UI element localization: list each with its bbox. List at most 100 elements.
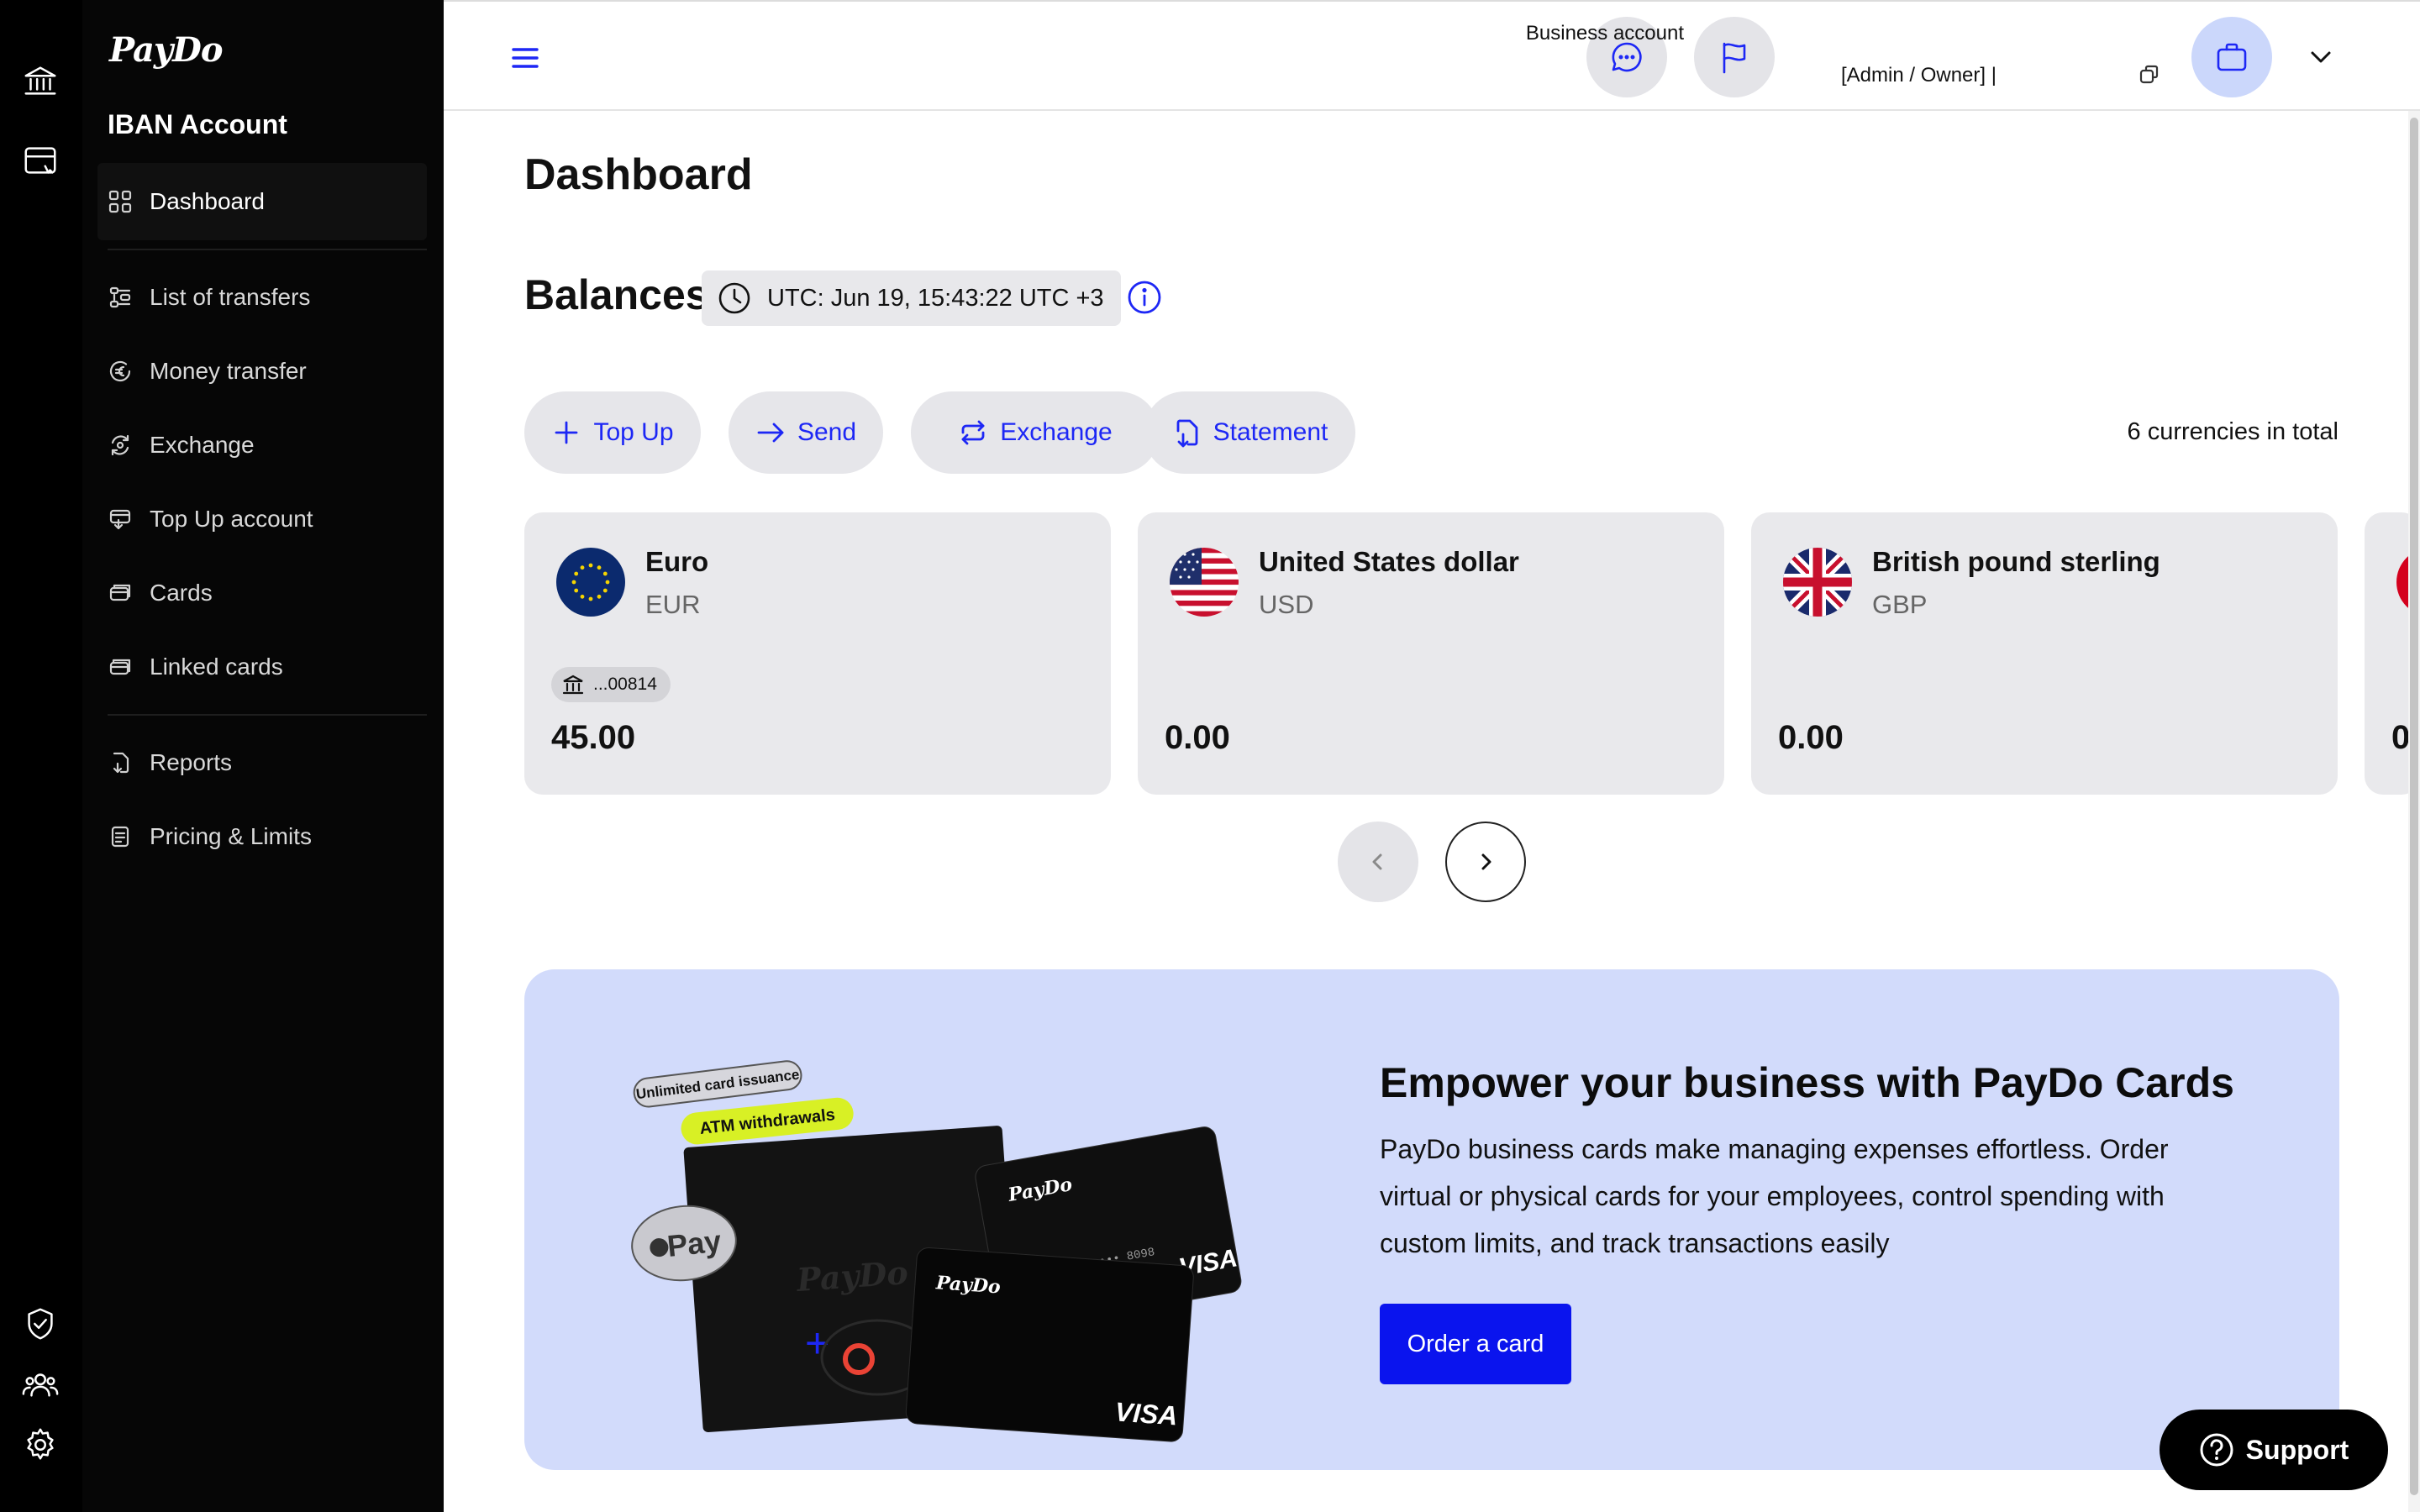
support-button[interactable]: Support xyxy=(2160,1410,2388,1490)
help-circle-icon xyxy=(2200,1433,2233,1467)
sidebar: PayDo IBAN Account Dashboard List of tra… xyxy=(82,0,444,1512)
sidebar-item-reports[interactable]: Reports xyxy=(97,724,427,801)
uk-flag-icon xyxy=(1783,548,1852,617)
account-type-label: Business account xyxy=(1525,22,1684,45)
sidebar-item-label: Cards xyxy=(150,580,213,606)
linked-cards-icon xyxy=(109,659,131,675)
carousel-prev-button[interactable] xyxy=(1338,822,1418,902)
currency-name: Euro xyxy=(645,546,709,577)
sidebar-item-label: Top Up account xyxy=(150,506,313,532)
sidebar-divider xyxy=(108,249,427,250)
top-up-label: Top Up xyxy=(593,418,674,446)
menu-toggle-icon[interactable] xyxy=(511,45,539,71)
currency-amount: 45.00 xyxy=(551,719,636,756)
currency-amount: 0.00 xyxy=(1165,719,1230,756)
iban-suffix: ...00814 xyxy=(593,675,657,694)
exchange-label: Exchange xyxy=(1000,418,1113,446)
promo-body: PayDo business cards make managing expen… xyxy=(1380,1134,2169,1258)
top-header: Business account [Admin / Owner] | xyxy=(444,0,2420,111)
icon-rail xyxy=(0,0,82,1512)
sidebar-item-label: List of transfers xyxy=(150,284,311,310)
page-title: Dashboard xyxy=(524,150,753,199)
account-role-label: [Admin / Owner] | xyxy=(1841,64,1996,87)
exchange-icon xyxy=(111,434,129,456)
flag-icon xyxy=(1723,42,1746,74)
arrow-right-icon xyxy=(757,423,784,443)
chevron-right-icon xyxy=(1481,853,1491,870)
utc-time-badge: UTC: Jun 19, 15:43:22 UTC +3 xyxy=(702,270,1121,326)
promo-banner: Unlimited card issuance ATM withdrawals … xyxy=(524,969,2339,1470)
sidebar-divider xyxy=(108,714,427,716)
bank-icon[interactable] xyxy=(18,59,62,102)
sidebar-item-label: Exchange xyxy=(150,432,255,458)
send-button[interactable]: Send xyxy=(729,391,883,474)
eu-flag-icon xyxy=(556,548,625,617)
iban-chip[interactable]: ...00814 xyxy=(551,667,671,702)
currency-code: GBP xyxy=(1872,590,1928,619)
us-flag-icon xyxy=(1170,548,1239,617)
currency-card-eur[interactable]: Euro EUR ...00814 45.00 xyxy=(524,512,1111,795)
euro-circle-icon xyxy=(109,360,131,382)
team-icon[interactable] xyxy=(18,1362,62,1406)
currency-amount: 0.00 xyxy=(1778,719,1844,756)
utc-time-text: UTC: Jun 19, 15:43:22 UTC +3 xyxy=(767,284,1104,312)
cards-icon xyxy=(109,584,131,601)
currency-code: USD xyxy=(1259,590,1314,619)
top-up-button[interactable]: Top Up xyxy=(524,391,701,474)
grid-icon xyxy=(108,190,132,213)
front-card-visa: VISA xyxy=(1114,1396,1179,1431)
sidebar-item-exchange[interactable]: Exchange xyxy=(97,407,427,484)
front-card-logo: PayDo xyxy=(934,1272,1001,1298)
scrollbar-thumb[interactable] xyxy=(2410,118,2418,1495)
exchange-button[interactable]: Exchange xyxy=(911,391,1160,474)
currency-card-gbp[interactable]: British pound sterling GBP 0.00 xyxy=(1751,512,2338,795)
sidebar-item-linked-cards[interactable]: Linked cards xyxy=(97,628,427,706)
sidebar-item-top-up-account[interactable]: Top Up account xyxy=(97,480,427,558)
sidebar-item-list-of-transfers[interactable]: List of transfers xyxy=(97,259,427,336)
copy-icon[interactable] xyxy=(2138,64,2161,87)
sidebar-item-dashboard[interactable]: Dashboard xyxy=(97,163,427,240)
apple-pay-label: Pay xyxy=(666,1224,723,1263)
promo-heading: Empower your business with PayDo Cards xyxy=(1380,1059,2234,1106)
statement-label: Statement xyxy=(1213,418,1328,446)
currency-card-usd[interactable]: United States dollar USD 0.00 xyxy=(1138,512,1724,795)
statement-download-icon xyxy=(1176,419,1198,448)
sidebar-section-title: IBAN Account xyxy=(108,109,287,139)
send-label: Send xyxy=(797,418,857,446)
plus-icon xyxy=(555,421,578,444)
shield-check-icon[interactable] xyxy=(18,1302,62,1346)
currency-name: British pound sterling xyxy=(1872,546,2160,577)
currency-name: United States dollar xyxy=(1259,546,1519,577)
clock-icon xyxy=(718,282,750,314)
sidebar-item-label: Money transfer xyxy=(150,358,307,384)
sidebar-item-label: Reports xyxy=(150,749,233,775)
sidebar-item-money-transfer[interactable]: Money transfer xyxy=(97,333,427,410)
envelope-logo: PayDo xyxy=(795,1253,909,1299)
sidebar-item-label: Dashboard xyxy=(150,188,265,214)
sidebar-item-label: Linked cards xyxy=(150,654,283,680)
currency-code: EUR xyxy=(645,590,701,619)
transfers-icon xyxy=(109,286,131,308)
sidebar-item-pricing-limits[interactable]: Pricing & Limits xyxy=(97,798,427,875)
topup-icon xyxy=(109,509,131,530)
flag-button[interactable] xyxy=(1694,17,1775,97)
paydo-logo[interactable]: PayDo xyxy=(109,30,224,70)
cards-illustration: Unlimited card issuance ATM withdrawals … xyxy=(631,1060,1242,1442)
payment-terminal-icon[interactable] xyxy=(18,139,62,183)
settings-gear-icon[interactable] xyxy=(18,1423,62,1467)
account-switcher-button[interactable] xyxy=(2191,17,2272,97)
carousel-next-button[interactable] xyxy=(1445,822,1526,902)
chevron-down-icon[interactable] xyxy=(2306,42,2336,72)
bank-icon xyxy=(562,675,584,695)
reports-icon xyxy=(113,752,129,774)
balances-title: Balances xyxy=(524,271,709,318)
sidebar-item-label: Pricing & Limits xyxy=(150,823,312,849)
currency-amount: 0 xyxy=(2391,719,2411,756)
support-label: Support xyxy=(2245,1434,2349,1465)
pricing-icon xyxy=(111,826,129,848)
statement-button[interactable]: Statement xyxy=(1144,391,1355,474)
info-icon[interactable] xyxy=(1126,279,1163,316)
sidebar-item-cards[interactable]: Cards xyxy=(97,554,427,632)
briefcase-icon xyxy=(2217,43,2247,71)
order-card-button[interactable]: Order a card xyxy=(1380,1304,1571,1384)
